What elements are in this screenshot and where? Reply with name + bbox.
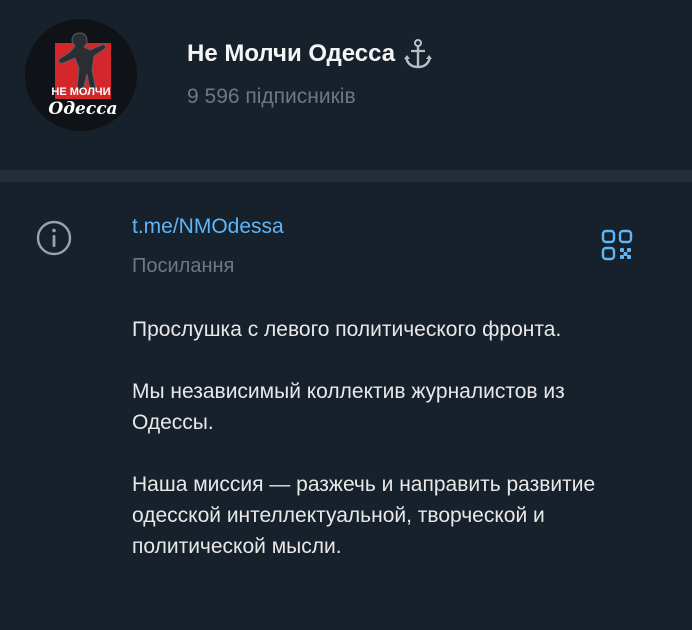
description-paragraph: Мы независимый коллектив журналистов из … [132, 380, 565, 434]
description-paragraph: Наша миссия — разжечь и направить развит… [132, 473, 596, 558]
info-icon [35, 219, 73, 257]
channel-link[interactable]: t.me/NMOdessa [132, 215, 284, 239]
subscriber-count: 9 596 підписників [187, 85, 356, 108]
description-paragraph: Прослушка с левого политического фронта. [132, 318, 562, 341]
channel-title: Не Молчи Одесса [187, 38, 433, 70]
channel-avatar[interactable]: НЕ МОЛЧИ Одесса [25, 19, 137, 131]
qr-code-icon[interactable] [600, 228, 634, 262]
channel-header: НЕ МОЛЧИ Одесса Не Молчи Одесса 9 596 пі… [0, 0, 692, 170]
section-divider [0, 170, 692, 182]
link-caption: Посилання [132, 255, 235, 277]
channel-description: Прослушка с левого политического фронта.… [132, 314, 652, 593]
channel-title-text: Не Молчи Одесса [187, 40, 396, 67]
svg-text:НЕ МОЛЧИ: НЕ МОЛЧИ [51, 86, 110, 98]
svg-text:Одесса: Одесса [48, 99, 117, 119]
avatar-logo-image: НЕ МОЛЧИ Одесса [25, 19, 137, 131]
anchor-icon [403, 38, 433, 70]
